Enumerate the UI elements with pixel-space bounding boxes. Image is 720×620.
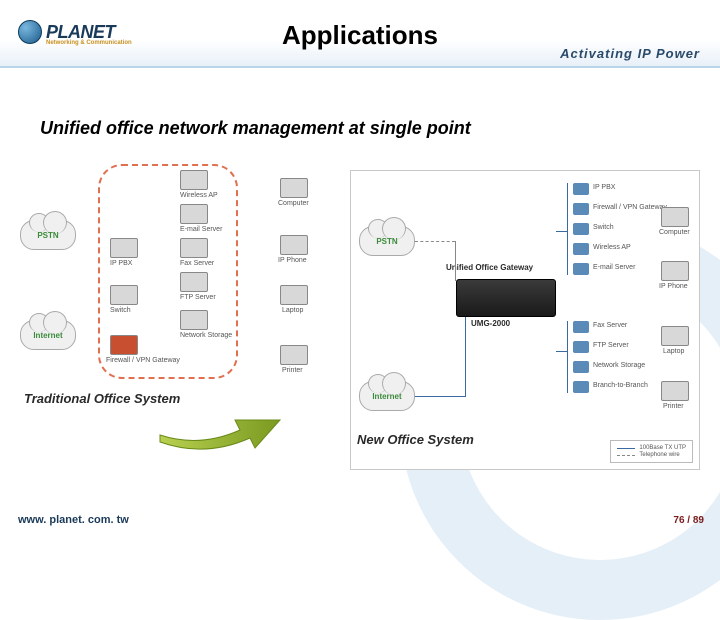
laptop-icon-r <box>661 326 689 346</box>
laptop-icon <box>280 285 308 305</box>
slide-header: PLANET Networking & Communication Applic… <box>0 0 720 68</box>
conn-internet-v <box>465 317 466 397</box>
ipphone-label-r: IP Phone <box>659 283 688 290</box>
service-bracket-bot <box>567 321 568 393</box>
email-server-icon <box>180 204 208 224</box>
service-label: Branch-to-Branch <box>593 382 648 389</box>
service-icon <box>573 183 589 195</box>
wireless-ap-label: Wireless AP <box>180 192 218 199</box>
computer-icon <box>280 178 308 198</box>
service-conn-bot <box>556 351 567 352</box>
ipphone-icon-r <box>661 261 689 281</box>
printer-icon <box>280 345 308 365</box>
footer-url: www. planet. com. tw <box>18 514 129 526</box>
legend-utp-label: 100Base TX UTP <box>639 445 686 451</box>
legend: 100Base TX UTP Telephone wire <box>610 440 693 463</box>
ippbx-label: IP PBX <box>110 260 132 267</box>
legend-tel-label: Telephone wire <box>639 452 679 458</box>
ippbx-icon <box>110 238 138 258</box>
fax-server-label: Fax Server <box>180 260 214 267</box>
wireless-ap-icon <box>180 170 208 190</box>
conn-pstn <box>415 241 455 242</box>
printer-icon-r <box>661 381 689 401</box>
service-label: IP PBX <box>593 184 615 191</box>
cloud-internet: Internet <box>20 320 76 350</box>
cloud-pstn: PSTN <box>20 220 76 250</box>
switch-icon <box>110 285 138 305</box>
tagline: Activating IP Power <box>560 46 700 61</box>
gateway-label: Unified Office Gateway <box>446 263 533 272</box>
ipphone-label: IP Phone <box>278 257 307 264</box>
laptop-label-r: Laptop <box>663 348 684 355</box>
page-number: 76 / 89 <box>673 515 704 526</box>
ftp-server-label: FTP Server <box>180 294 216 301</box>
fax-server-icon <box>180 238 208 258</box>
logo-subtext: Networking & Communication <box>46 40 132 46</box>
transition-arrow-icon <box>150 400 290 450</box>
storage-label: Network Storage <box>180 332 232 339</box>
printer-label: Printer <box>282 367 303 374</box>
logo-globe-icon <box>18 20 42 44</box>
diagram-traditional: PSTN Internet Wireless AP E-mail Server … <box>20 160 340 410</box>
ftp-server-icon <box>180 272 208 292</box>
service-label: Switch <box>593 224 614 231</box>
service-icon <box>573 341 589 353</box>
service-conn-top <box>556 231 567 232</box>
legend-tel-line <box>617 455 635 456</box>
slide-subtitle: Unified office network management at sin… <box>40 118 471 139</box>
diagram-new-title: New Office System <box>357 432 474 447</box>
service-icon <box>573 243 589 255</box>
storage-icon <box>180 310 208 330</box>
service-label: E-mail Server <box>593 264 635 271</box>
service-label: Fax Server <box>593 322 627 329</box>
service-label: FTP Server <box>593 342 629 349</box>
conn-internet <box>415 396 465 397</box>
firewall-icon <box>110 335 138 355</box>
service-label: Wireless AP <box>593 244 631 251</box>
email-server-label: E-mail Server <box>180 226 222 233</box>
service-bracket-top <box>567 183 568 275</box>
conn-pstn-v <box>455 241 456 281</box>
service-icon <box>573 361 589 373</box>
unified-gateway-icon <box>456 279 556 317</box>
computer-label-r: Computer <box>659 229 690 236</box>
firewall-label: Firewall / VPN Gateway <box>106 357 180 364</box>
service-icon <box>573 321 589 333</box>
cloud-internet-right: Internet <box>359 381 415 411</box>
legend-utp-line <box>617 448 635 449</box>
computer-label: Computer <box>278 200 309 207</box>
service-label: Network Storage <box>593 362 645 369</box>
gateway-model: UMG-2000 <box>471 319 510 328</box>
service-icon <box>573 203 589 215</box>
page-title: Applications <box>282 20 438 51</box>
cloud-pstn-right: PSTN <box>359 226 415 256</box>
computer-icon-r <box>661 207 689 227</box>
service-icon <box>573 223 589 235</box>
service-label: Firewall / VPN Gateway <box>593 204 667 211</box>
printer-label-r: Printer <box>663 403 684 410</box>
service-icon <box>573 263 589 275</box>
service-icon <box>573 381 589 393</box>
switch-label: Switch <box>110 307 131 314</box>
ipphone-icon <box>280 235 308 255</box>
diagram-new: PSTN Internet Unified Office Gateway UMG… <box>350 170 700 470</box>
laptop-label: Laptop <box>282 307 303 314</box>
